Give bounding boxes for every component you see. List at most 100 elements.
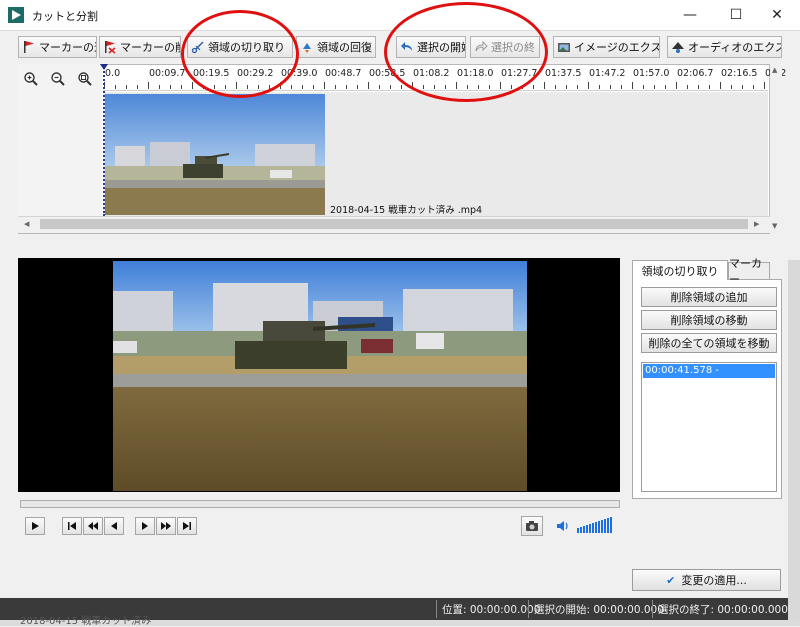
status-separator [652,600,653,618]
restore-icon [300,40,314,54]
ruler-minor-tick [698,85,699,89]
ruler-minor-tick [654,85,655,89]
ruler-minor-tick [687,85,688,89]
audio-export-icon [671,40,685,54]
ruler-minor-tick [335,85,336,89]
status-selection-start: 選択の開始: 00:00:00.000 [534,604,664,616]
zoom-fit-icon[interactable] [76,70,94,88]
zoom-out-icon[interactable] [49,70,67,88]
preview-frame [113,261,527,491]
apply-changes-label: 変更の適用... [681,574,747,587]
desktop-background [788,260,800,626]
scroll-down-icon[interactable]: ▼ [772,222,777,230]
ruler-tick-label: 02:16.5 [721,68,758,79]
status-position: 位置: 00:00:00.000 [442,604,541,616]
move-all-regions-button[interactable]: 削除の全ての領域を移動 [641,333,777,353]
background-window-text: 2018-04-15 戦車カット済み [20,616,152,627]
ruler-minor-tick [291,85,292,89]
step-back-icon[interactable] [104,517,124,535]
ruler-minor-tick [577,85,578,89]
fast-forward-icon[interactable] [156,517,176,535]
marker-add-icon [22,40,36,54]
move-delete-region-button[interactable]: 削除領域の移動 [641,310,777,330]
scroll-up-icon[interactable]: ▲ [772,66,777,74]
ruler-tick [544,82,545,89]
annotation-circle [181,10,299,98]
ruler-minor-tick [533,85,534,89]
region-list-item[interactable]: 00:00:41.578 - 00:00:46.624 [643,364,775,390]
camera-icon[interactable] [521,516,543,536]
tab-marker[interactable]: マーカー [728,257,770,286]
tab-cut-region[interactable]: 領域の切り取り [632,260,728,280]
ruler-minor-tick [742,85,743,89]
minimize-icon[interactable]: — [667,0,713,30]
ruler-minor-tick [137,85,138,89]
ruler-tick [324,82,325,89]
maximize-icon[interactable]: ☐ [713,0,759,30]
ruler-tick-label: 00:09.7 [149,68,186,79]
export-audio-button[interactable]: オーディオのエクスポート [667,36,782,58]
ruler-minor-tick [665,85,666,89]
apply-changes-button[interactable]: ✔ 変更の適用... [632,569,781,591]
add-delete-region-button[interactable]: 削除領域の追加 [641,287,777,307]
delete-marker-label: マーカーの削除 [120,41,180,54]
add-marker-button[interactable]: マーカーの追加 [18,36,97,58]
export-image-button[interactable]: イメージのエクスポート [553,36,660,58]
ruler-tick [764,82,765,89]
scroll-left-icon[interactable]: ◀ [24,220,29,228]
volume-slider[interactable] [576,516,614,534]
ruler-minor-tick [555,85,556,89]
zoom-in-icon[interactable] [22,70,40,88]
step-forward-icon[interactable] [135,517,155,535]
scroll-right-icon[interactable]: ▶ [754,220,759,228]
ruler-minor-tick [401,85,402,89]
rewind-icon[interactable] [83,517,103,535]
ruler-minor-tick [159,85,160,89]
ruler-minor-tick [302,85,303,89]
window-title: カットと分割 [32,10,98,23]
marker-delete-icon [103,40,117,54]
ruler-minor-tick [731,85,732,89]
playhead[interactable] [103,64,105,216]
status-selection-end: 選択の終了: 00:00:00.000 [658,604,788,616]
ruler-tick [632,82,633,89]
ruler-minor-tick [643,85,644,89]
ruler-tick [588,82,589,89]
ruler-minor-tick [753,85,754,89]
clip-thumbnail[interactable] [105,94,325,215]
ruler-tick [676,82,677,89]
export-audio-label: オーディオのエクスポート [688,41,781,54]
go-to-end-icon[interactable] [177,517,197,535]
ruler-tick-label: 01:37.5 [545,68,582,79]
checkmark-icon: ✔ [666,573,676,587]
close-icon[interactable]: ✕ [754,0,800,30]
annotation-circle [384,2,548,102]
ruler-minor-tick [357,85,358,89]
ruler-tick-label: 02:06.7 [677,68,714,79]
app-icon [8,7,24,23]
delete-marker-button[interactable]: マーカーの削除 [99,36,181,58]
ruler-tick [192,82,193,89]
ruler-minor-tick [621,85,622,89]
status-separator [528,600,529,618]
ruler-tick [148,82,149,89]
ruler-minor-tick [610,85,611,89]
ruler-minor-tick [170,85,171,89]
seek-bar[interactable] [20,500,620,508]
ruler-minor-tick [709,85,710,89]
ruler-minor-tick [115,85,116,89]
ruler-minor-tick [126,85,127,89]
add-marker-label: マーカーの追加 [39,41,96,54]
clip-name: 2018-04-15 戦車カット済み .mp4 [330,205,483,216]
speaker-icon[interactable] [556,519,570,533]
status-separator [436,600,437,618]
timeline-vertical-scrollbar[interactable] [770,64,782,234]
ruler-minor-tick [599,85,600,89]
go-to-start-icon[interactable] [62,517,82,535]
image-export-icon [557,40,571,54]
play-icon[interactable] [25,517,45,535]
restore-region-button[interactable]: 領域の回復 [296,36,376,58]
timeline-scroll-thumb[interactable] [40,219,748,229]
restore-region-label: 領域の回復 [317,41,372,54]
playhead-marker[interactable] [100,64,108,70]
